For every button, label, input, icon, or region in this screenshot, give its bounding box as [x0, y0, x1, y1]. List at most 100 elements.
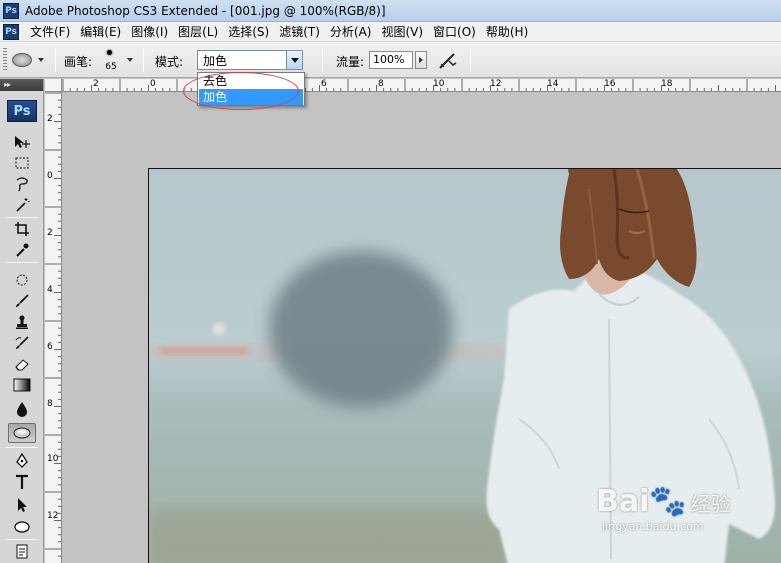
stamp-icon: [16, 315, 28, 329]
eraser-tool[interactable]: [8, 354, 36, 374]
menu-select[interactable]: 选择(S): [223, 22, 274, 42]
ruler-label: 8: [378, 79, 384, 89]
chevron-down-icon: [290, 57, 299, 63]
pen-tool[interactable]: [8, 451, 36, 471]
ps-logo-button[interactable]: Ps: [7, 100, 37, 122]
menu-help[interactable]: 帮助(H): [481, 22, 533, 42]
mode-option-saturate[interactable]: 加色: [199, 89, 303, 105]
type-icon: [16, 474, 28, 489]
mode-select-value: 加色: [203, 53, 228, 68]
healing-brush-icon: [16, 274, 28, 286]
divider: [470, 48, 471, 72]
eyedropper-icon: [16, 243, 29, 257]
brush-label: 画笔:: [64, 55, 93, 69]
menu-window[interactable]: 窗口(O): [428, 22, 481, 42]
brush-picker[interactable]: 65: [98, 46, 124, 74]
menu-layer[interactable]: 图层(L): [173, 22, 223, 42]
photoshop-app-icon: Ps: [3, 2, 19, 19]
notes-tool[interactable]: [8, 542, 36, 562]
watermark-brand-cn: 经验: [690, 492, 731, 516]
watermark-brand: Bai: [596, 484, 650, 519]
ruler-label: 12: [47, 511, 59, 521]
healing-brush-tool[interactable]: [8, 270, 36, 290]
ruler-label: 10: [433, 79, 445, 89]
ruler-label: 8: [47, 399, 53, 409]
path-selection-tool[interactable]: [8, 495, 36, 515]
ruler-label: 2: [93, 79, 99, 89]
eraser-icon: [15, 359, 29, 371]
mode-dropdown-list: 去色 加色: [197, 72, 305, 106]
flow-label: 流量:: [336, 55, 365, 69]
brush-tool[interactable]: [8, 291, 36, 311]
menu-view[interactable]: 视图(V): [376, 22, 428, 42]
menu-edit[interactable]: 编辑(E): [75, 22, 126, 42]
paw-icon: 🐾: [649, 484, 687, 519]
gradient-icon: [13, 378, 31, 392]
sponge-icon: [12, 53, 32, 67]
brush-icon: [16, 294, 29, 307]
menu-bar: Ps 文件(F) 编辑(E) 图像(I) 图层(L) 选择(S) 滤镜(T) 分…: [0, 22, 781, 42]
brush-tip-icon: [107, 50, 112, 55]
watermark-url: jingyan.baidu.com: [602, 520, 704, 533]
ruler-origin[interactable]: [45, 79, 62, 92]
ellipse-tool[interactable]: [8, 517, 36, 537]
marquee-icon: [15, 157, 29, 169]
divider: [143, 48, 144, 72]
vertical-ruler-ticks: [45, 92, 61, 557]
ruler-label: 18: [661, 79, 673, 89]
clone-stamp-tool[interactable]: [8, 312, 36, 332]
blur-tool[interactable]: [8, 399, 36, 419]
chevron-down-icon: [38, 58, 44, 62]
mode-dropdown-button[interactable]: [286, 51, 302, 69]
slice-tool[interactable]: [8, 240, 36, 260]
ruler-label: 0: [150, 79, 156, 89]
toolbox: ▸▸ Ps: [0, 79, 44, 563]
marquee-tool[interactable]: [8, 153, 36, 173]
window-title: Adobe Photoshop CS3 Extended - [001.jpg …: [25, 3, 386, 18]
arrow-pointer-icon: [18, 498, 27, 512]
menu-image[interactable]: 图像(I): [126, 22, 173, 42]
brush-size: 65: [105, 62, 117, 72]
ruler-label: 2: [47, 114, 53, 124]
ellipse-icon: [14, 521, 30, 533]
flow-slider-button[interactable]: [415, 51, 427, 69]
vertical-ruler[interactable]: 2 0 2 4 6 8 10 12: [45, 92, 62, 563]
airbrush-icon: [439, 53, 457, 69]
toolbox-header[interactable]: ▸▸: [0, 79, 43, 91]
horizontal-ruler[interactable]: 2 0 2 4 6 8 10 12 14 16 18: [62, 79, 781, 92]
airbrush-toggle[interactable]: [435, 47, 461, 73]
mode-option-desaturate[interactable]: 去色: [199, 73, 303, 89]
divider: [55, 48, 56, 72]
ruler-label: 12: [490, 79, 502, 89]
move-tool[interactable]: [8, 132, 36, 152]
type-tool[interactable]: [8, 472, 36, 492]
ruler-label: 14: [547, 79, 559, 89]
brush-dropdown-icon[interactable]: [127, 58, 133, 62]
ruler-label: 2: [47, 228, 53, 238]
flow-input[interactable]: 100%: [369, 51, 413, 69]
photoshop-menu-icon[interactable]: Ps: [3, 23, 19, 40]
menu-filter[interactable]: 滤镜(T): [274, 22, 325, 42]
menu-file[interactable]: 文件(F): [25, 22, 75, 42]
gradient-tool[interactable]: [8, 375, 36, 395]
magic-wand-tool[interactable]: [8, 195, 36, 215]
divider: [322, 48, 323, 72]
horizontal-ruler-ticks: [62, 79, 776, 91]
sponge-tool[interactable]: [8, 423, 36, 443]
history-brush-tool[interactable]: [8, 333, 36, 353]
mode-select[interactable]: 加色: [197, 50, 303, 70]
move-icon: [15, 136, 30, 148]
ruler-label: 4: [47, 285, 53, 295]
options-bar-grip[interactable]: [3, 48, 7, 72]
crop-tool[interactable]: [8, 219, 36, 239]
pen-icon: [16, 453, 28, 468]
sponge-icon: [13, 427, 31, 439]
baidu-watermark: Bai🐾 经验 jingyan.baidu.com: [596, 486, 731, 534]
ruler-label: 0: [47, 171, 53, 181]
menu-analysis[interactable]: 分析(A): [325, 22, 377, 42]
tool-preset-picker[interactable]: [12, 49, 52, 71]
title-bar: Ps Adobe Photoshop CS3 Extended - [001.j…: [0, 0, 781, 22]
crop-icon: [15, 222, 29, 236]
ruler-label: 6: [47, 342, 53, 352]
lasso-tool[interactable]: [8, 174, 36, 194]
